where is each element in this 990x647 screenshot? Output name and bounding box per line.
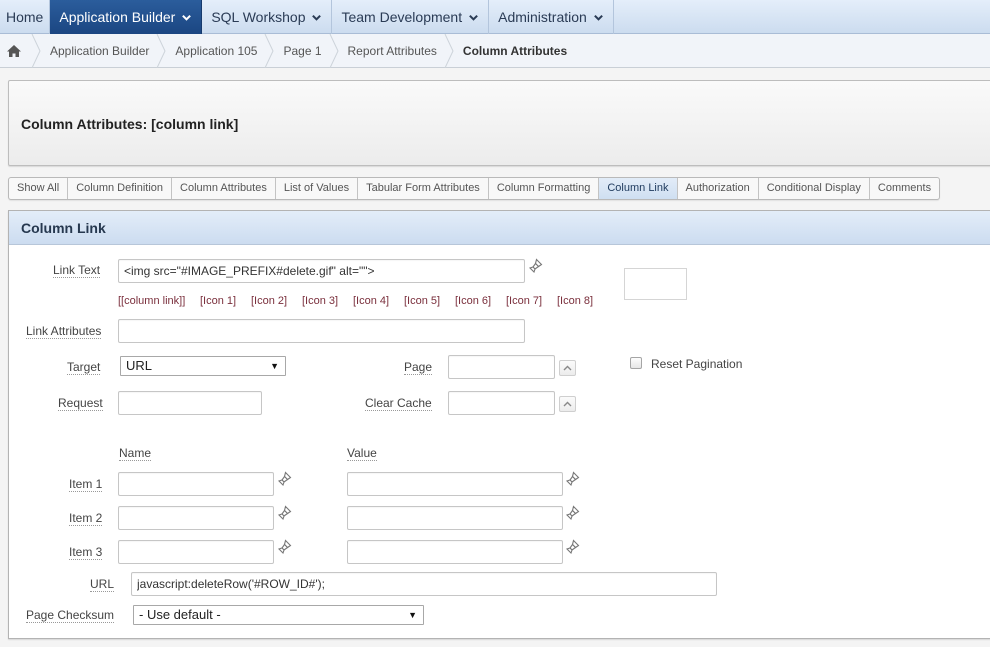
chevron-down-icon [311,12,322,23]
pin-icon[interactable] [563,469,583,489]
target-select[interactable]: URL ▼ [120,356,286,376]
pin-icon[interactable] [275,469,295,489]
breadcrumb-item[interactable]: Application Builder [34,33,166,68]
dropdown-arrow-icon: ▼ [270,361,279,371]
link-text-input[interactable] [118,259,525,283]
breadcrumb-item[interactable]: Page 1 [267,33,339,68]
chevron-down-icon [468,12,479,23]
column-link-region: Column Link Link Text [[column link]] [I… [8,210,990,639]
clear-cache-input[interactable] [448,391,555,415]
breadcrumb-item[interactable]: Report Attributes [332,33,454,68]
pin-icon[interactable] [526,256,546,276]
pin-icon[interactable] [563,503,583,523]
breadcrumb-current-label: Column Attributes [462,43,568,58]
breadcrumb-link[interactable]: Application 105 [175,44,257,58]
nav-tab-sql-workshop[interactable]: SQL Workshop [202,0,333,34]
section-tabs: Show All Column Definition Column Attrib… [8,177,941,200]
link-attributes-input[interactable] [118,319,525,343]
link-text-label: Link Text [53,263,101,278]
nav-tab-home[interactable]: Home [0,0,51,34]
item-2-label: Item 2 [69,511,103,526]
shortcut-icon-1[interactable]: [Icon 1] [200,295,236,307]
dropdown-arrow-icon: ▼ [408,610,417,620]
link-attributes-label: Link Attributes [26,324,102,339]
page-title: Column Attributes: [column link] [21,116,239,132]
item-3-name-input[interactable] [118,540,274,564]
breadcrumb-current: Column Attributes [447,34,577,68]
chevron-down-icon [593,12,604,23]
target-label: Target [67,360,101,375]
breadcrumb-home[interactable] [0,33,41,68]
reset-pagination-label: Reset Pagination [651,357,743,371]
page-picker-button[interactable] [559,360,576,376]
shortcut-icon-8[interactable]: [Icon 8] [557,295,593,307]
nav-tab-label: SQL Workshop [211,8,306,25]
clear-cache-label: Clear Cache [365,396,432,411]
tab-column-link[interactable]: Column Link [599,178,678,199]
nav-tab-administration[interactable]: Administration [489,0,614,34]
url-input[interactable] [131,572,717,596]
nav-tab-label: Application Builder [59,8,176,25]
home-icon [6,44,22,58]
page-checksum-label: Page Checksum [26,608,115,623]
breadcrumb-item[interactable]: Application 105 [159,33,275,68]
tab-authorization[interactable]: Authorization [678,178,759,199]
request-input[interactable] [118,391,262,415]
target-select-value: URL [126,358,153,373]
request-label: Request [58,396,103,411]
nav-tab-team-development[interactable]: Team Development [332,0,490,34]
item-1-label: Item 1 [69,477,103,492]
tab-column-attributes[interactable]: Column Attributes [172,178,276,199]
nav-tab-label: Administration [498,8,587,25]
item-2-name-input[interactable] [118,506,274,530]
page-label: Page [404,360,433,375]
page-checksum-select[interactable]: - Use default - ▼ [133,605,424,625]
nav-tab-label: Home [6,8,44,25]
breadcrumb: Application Builder Application 105 Page… [0,33,990,68]
item-3-value-input[interactable] [347,540,563,564]
tab-show-all[interactable]: Show All [9,178,69,199]
nav-tab-label: Team Development [341,8,463,25]
item-3-label: Item 3 [69,545,103,560]
shortcut-icon-5[interactable]: [Icon 5] [404,295,440,307]
item-2-value-input[interactable] [347,506,563,530]
page-title-panel: Column Attributes: [column link] [8,80,990,166]
url-label: URL [90,577,115,592]
pin-icon[interactable] [275,537,295,557]
breadcrumb-link[interactable]: Report Attributes [348,44,437,58]
item-value-header: Value [347,446,377,461]
shortcut-icon-2[interactable]: [Icon 2] [251,295,287,307]
tab-comments[interactable]: Comments [870,178,939,199]
breadcrumb-link[interactable]: Page 1 [283,44,321,58]
shortcut-icon-3[interactable]: [Icon 3] [302,295,338,307]
tab-column-formatting[interactable]: Column Formatting [489,178,600,199]
shortcut-icon-6[interactable]: [Icon 6] [455,295,491,307]
shortcut-icon-7[interactable]: [Icon 7] [506,295,542,307]
nav-tab-application-builder[interactable]: Application Builder [50,0,203,34]
page-input[interactable] [448,355,555,379]
item-1-value-input[interactable] [347,472,563,496]
page-checksum-value: - Use default - [139,607,221,622]
reset-pagination-checkbox[interactable] [630,357,642,369]
icon-preview-box [624,268,687,300]
item-1-name-input[interactable] [118,472,274,496]
item-name-header: Name [119,446,152,461]
breadcrumb-link[interactable]: Application Builder [50,44,149,58]
shortcut-icon-4[interactable]: [Icon 4] [353,295,389,307]
shortcut-column-link[interactable]: [[column link]] [118,295,185,307]
pin-icon[interactable] [563,537,583,557]
tab-tabular-form-attributes[interactable]: Tabular Form Attributes [358,178,489,199]
clear-cache-picker-button[interactable] [559,396,576,412]
chevron-down-icon [181,12,192,23]
tab-conditional-display[interactable]: Conditional Display [759,178,870,199]
top-nav: Home Application Builder SQL Workshop Te… [0,0,990,34]
tab-column-definition[interactable]: Column Definition [68,178,173,199]
tab-list-of-values[interactable]: List of Values [276,178,359,199]
region-title: Column Link [9,211,990,245]
pin-icon[interactable] [275,503,295,523]
